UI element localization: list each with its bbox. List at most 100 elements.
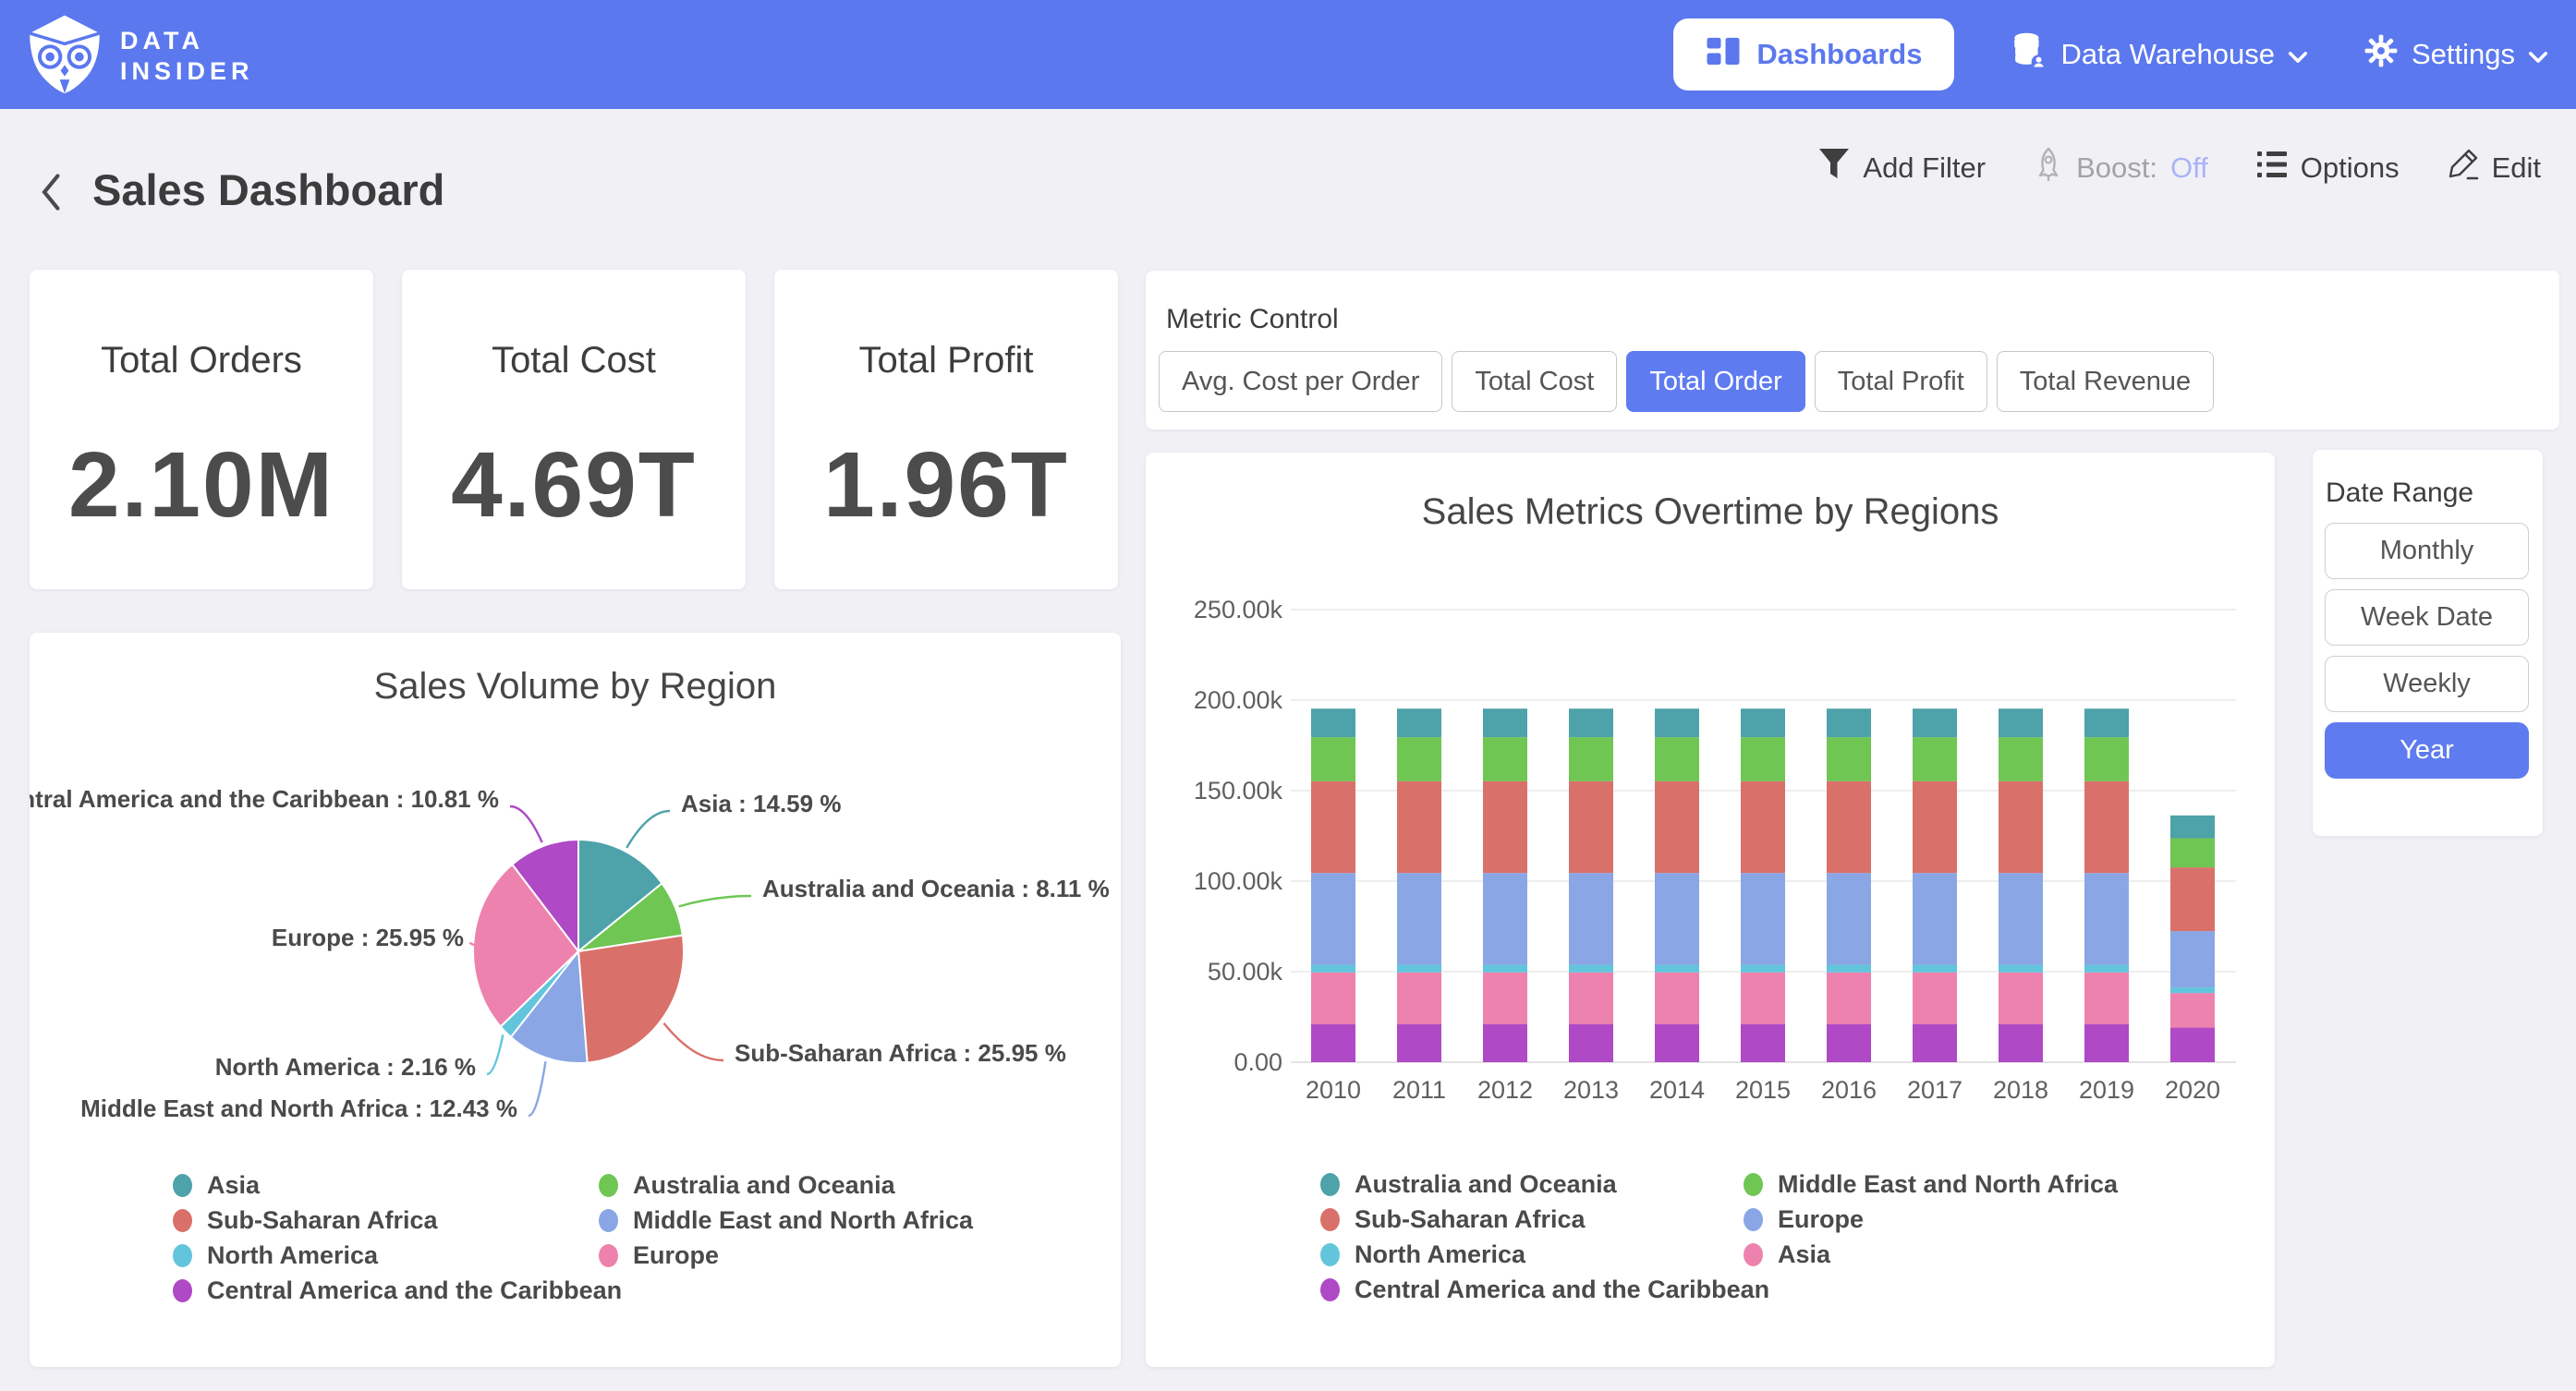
legend-item-asia[interactable]: Asia [173, 1171, 260, 1200]
bar-segment-2012-central-america-and-the-caribbean[interactable] [1483, 1024, 1527, 1062]
date-range-option-weekly[interactable]: Weekly [2325, 656, 2529, 712]
bar-segment-2011-central-america-and-the-caribbean[interactable] [1397, 1024, 1441, 1062]
back-button[interactable] [33, 170, 74, 214]
metric-option-total-revenue[interactable]: Total Revenue [1997, 351, 2214, 412]
bar-segment-2012-australia-and-oceania[interactable] [1483, 708, 1527, 737]
date-range-option-week-date[interactable]: Week Date [2325, 589, 2529, 646]
bar-segment-2016-north-america[interactable] [1827, 965, 1871, 973]
bar-segment-2019-sub-saharan-africa[interactable] [2084, 781, 2129, 873]
bar-segment-2018-australia-and-oceania[interactable] [1999, 708, 2043, 737]
bar-segment-2010-australia-and-oceania[interactable] [1311, 708, 1355, 737]
legend-item-sub-saharan-africa[interactable]: Sub-Saharan Africa [1320, 1205, 1586, 1234]
bar-segment-2019-australia-and-oceania[interactable] [2084, 708, 2129, 737]
bar-segment-2014-asia[interactable] [1655, 973, 1699, 1024]
app-logo[interactable]: DATA INSIDER [24, 9, 254, 103]
bar-segment-2012-sub-saharan-africa[interactable] [1483, 781, 1527, 873]
bar-segment-2014-europe[interactable] [1655, 873, 1699, 964]
nav-item-dashboards[interactable]: Dashboards [1673, 18, 1953, 91]
bar-segment-2020-australia-and-oceania[interactable] [2170, 816, 2215, 839]
bar-segment-2016-europe[interactable] [1827, 873, 1871, 964]
bar-segment-2018-europe[interactable] [1999, 873, 2043, 964]
bar-segment-2017-central-america-and-the-caribbean[interactable] [1913, 1024, 1957, 1062]
bar-segment-2019-asia[interactable] [2084, 973, 2129, 1024]
bar-segment-2011-middle-east-and-north-africa[interactable] [1397, 737, 1441, 781]
legend-item-middle-east-and-north-africa[interactable]: Middle East and North Africa [1744, 1170, 2118, 1199]
bar-segment-2017-sub-saharan-africa[interactable] [1913, 781, 1957, 873]
bar-segment-2015-asia[interactable] [1741, 973, 1785, 1024]
bar-segment-2014-middle-east-and-north-africa[interactable] [1655, 737, 1699, 781]
bar-segment-2013-sub-saharan-africa[interactable] [1569, 781, 1613, 873]
bar-segment-2013-europe[interactable] [1569, 873, 1613, 964]
nav-item-settings[interactable]: Settings [2363, 33, 2548, 76]
bar-segment-2018-north-america[interactable] [1999, 965, 2043, 973]
bar-segment-2020-sub-saharan-africa[interactable] [2170, 867, 2215, 931]
legend-item-sub-saharan-africa[interactable]: Sub-Saharan Africa [173, 1206, 438, 1235]
bar-segment-2019-middle-east-and-north-africa[interactable] [2084, 737, 2129, 781]
bar-segment-2010-europe[interactable] [1311, 873, 1355, 964]
bar-segment-2016-central-america-and-the-caribbean[interactable] [1827, 1024, 1871, 1062]
metric-option-avg-cost-per-order[interactable]: Avg. Cost per Order [1159, 351, 1442, 412]
add-filter-button[interactable]: Add Filter [1818, 148, 1986, 188]
bar-segment-2013-asia[interactable] [1569, 973, 1613, 1024]
bar-segment-2015-sub-saharan-africa[interactable] [1741, 781, 1785, 873]
bar-segment-2010-central-america-and-the-caribbean[interactable] [1311, 1024, 1355, 1062]
bar-segment-2016-middle-east-and-north-africa[interactable] [1827, 737, 1871, 781]
bar-segment-2010-sub-saharan-africa[interactable] [1311, 781, 1355, 873]
metric-option-total-profit[interactable]: Total Profit [1815, 351, 1987, 412]
legend-item-europe[interactable]: Europe [1744, 1205, 1864, 1234]
pie-slice-sub-saharan-africa[interactable] [578, 936, 684, 1063]
bar-segment-2014-north-america[interactable] [1655, 965, 1699, 973]
bar-segment-2010-asia[interactable] [1311, 973, 1355, 1024]
legend-item-australia-and-oceania[interactable]: Australia and Oceania [599, 1171, 895, 1200]
metric-option-total-order[interactable]: Total Order [1626, 351, 1804, 412]
legend-item-australia-and-oceania[interactable]: Australia and Oceania [1320, 1170, 1617, 1199]
bar-segment-2013-australia-and-oceania[interactable] [1569, 708, 1613, 737]
bar-segment-2015-central-america-and-the-caribbean[interactable] [1741, 1024, 1785, 1062]
legend-item-north-america[interactable]: North America [1320, 1240, 1525, 1269]
bar-segment-2016-asia[interactable] [1827, 973, 1871, 1024]
options-button[interactable]: Options [2256, 151, 2400, 186]
bar-segment-2015-australia-and-oceania[interactable] [1741, 708, 1785, 737]
bar-segment-2017-asia[interactable] [1913, 973, 1957, 1024]
bar-segment-2011-europe[interactable] [1397, 873, 1441, 964]
legend-item-central-america-and-the-caribbean[interactable]: Central America and the Caribbean [173, 1276, 622, 1305]
bar-segment-2017-middle-east-and-north-africa[interactable] [1913, 737, 1957, 781]
bar-segment-2011-asia[interactable] [1397, 973, 1441, 1024]
bar-segment-2011-australia-and-oceania[interactable] [1397, 708, 1441, 737]
bar-segment-2014-australia-and-oceania[interactable] [1655, 708, 1699, 737]
bar-segment-2020-asia[interactable] [2170, 993, 2215, 1027]
bar-segment-2013-north-america[interactable] [1569, 965, 1613, 973]
bar-segment-2015-middle-east-and-north-africa[interactable] [1741, 737, 1785, 781]
legend-item-asia[interactable]: Asia [1744, 1240, 1830, 1269]
bar-segment-2014-sub-saharan-africa[interactable] [1655, 781, 1699, 873]
bar-segment-2013-middle-east-and-north-africa[interactable] [1569, 737, 1613, 781]
bar-segment-2020-middle-east-and-north-africa[interactable] [2170, 839, 2215, 868]
bar-segment-2018-middle-east-and-north-africa[interactable] [1999, 737, 2043, 781]
bar-segment-2016-australia-and-oceania[interactable] [1827, 708, 1871, 737]
legend-item-central-america-and-the-caribbean[interactable]: Central America and the Caribbean [1320, 1276, 1769, 1304]
bar-segment-2020-europe[interactable] [2170, 931, 2215, 987]
bar-segment-2019-europe[interactable] [2084, 873, 2129, 964]
bar-segment-2018-central-america-and-the-caribbean[interactable] [1999, 1024, 2043, 1062]
legend-item-europe[interactable]: Europe [599, 1241, 719, 1270]
bar-segment-2019-north-america[interactable] [2084, 965, 2129, 973]
bar-segment-2012-asia[interactable] [1483, 973, 1527, 1024]
bar-segment-2011-north-america[interactable] [1397, 965, 1441, 973]
bar-segment-2017-europe[interactable] [1913, 873, 1957, 964]
bar-segment-2018-asia[interactable] [1999, 973, 2043, 1024]
bar-segment-2017-north-america[interactable] [1913, 965, 1957, 973]
bar-segment-2011-sub-saharan-africa[interactable] [1397, 781, 1441, 873]
bar-segment-2015-north-america[interactable] [1741, 965, 1785, 973]
stacked-bar-chart[interactable]: 250.00k200.00k150.00k100.00k50.00k0.0020… [1146, 453, 2275, 1367]
date-range-option-year[interactable]: Year [2325, 722, 2529, 779]
bar-segment-2012-middle-east-and-north-africa[interactable] [1483, 737, 1527, 781]
nav-item-data-warehouse[interactable]: Data Warehouse [2010, 31, 2308, 78]
bar-segment-2015-europe[interactable] [1741, 873, 1785, 964]
date-range-option-monthly[interactable]: Monthly [2325, 523, 2529, 579]
bar-segment-2020-north-america[interactable] [2170, 987, 2215, 993]
bar-segment-2016-sub-saharan-africa[interactable] [1827, 781, 1871, 873]
legend-item-middle-east-and-north-africa[interactable]: Middle East and North Africa [599, 1206, 973, 1235]
bar-segment-2012-north-america[interactable] [1483, 965, 1527, 973]
bar-segment-2010-middle-east-and-north-africa[interactable] [1311, 737, 1355, 781]
bar-segment-2020-central-america-and-the-caribbean[interactable] [2170, 1028, 2215, 1062]
